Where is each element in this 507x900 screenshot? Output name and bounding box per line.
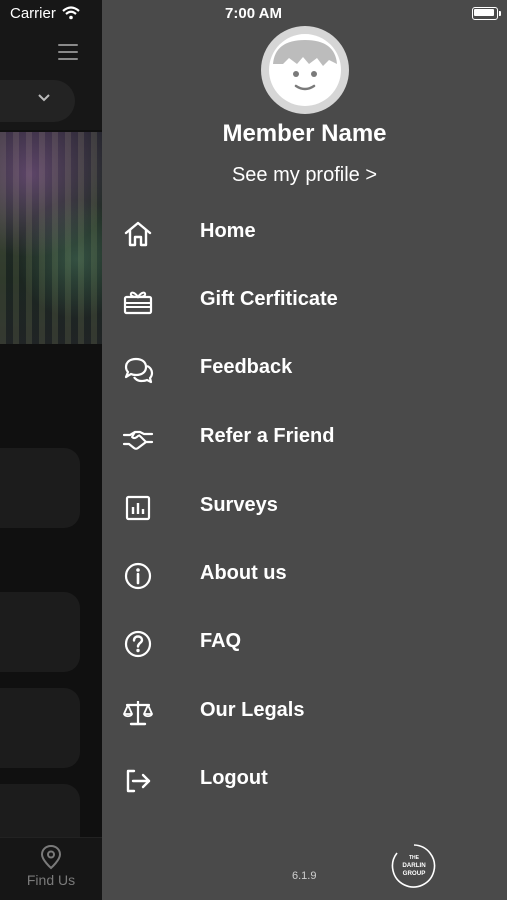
avatar-face-icon (269, 34, 341, 106)
svg-text:THE: THE (409, 855, 420, 861)
menu-label-faq: FAQ (200, 630, 242, 652)
avatar[interactable] (261, 26, 349, 114)
menu-item-feedback[interactable]: Feedback (102, 342, 507, 398)
menu-item-about-us[interactable]: About us (102, 548, 507, 604)
menu-item-our-legals[interactable]: Our Legals (102, 685, 507, 741)
background-card (0, 688, 80, 768)
menu-item-faq[interactable]: FAQ (102, 616, 507, 672)
background-app: Find Us (0, 0, 102, 900)
darlin-group-logo: THE DARLIN GROUP (391, 844, 436, 888)
home-icon (124, 221, 152, 247)
menu-item-refer-a-friend[interactable]: Refer a Friend (102, 411, 507, 467)
svg-text:GROUP: GROUP (403, 870, 426, 877)
handshake-icon (122, 430, 154, 450)
tab-bar: Find Us (0, 837, 102, 900)
background-card (0, 448, 80, 528)
member-name: Member Name (222, 120, 387, 147)
question-icon (124, 630, 152, 658)
venue-photo (0, 132, 102, 344)
menu-label-about-us: About us (200, 562, 287, 584)
location-pin-icon (40, 844, 62, 870)
menu-item-gift-certificate[interactable]: Gift Cerfiticate (102, 274, 507, 330)
gift-icon (123, 291, 153, 315)
menu-label-gift-certificate: Gift Cerfiticate (200, 288, 338, 310)
menu-label-our-legals: Our Legals (200, 699, 305, 721)
menu-label-feedback: Feedback (200, 356, 293, 378)
menu-label-surveys: Surveys (200, 494, 278, 516)
status-bar: Carrier 7:00 AM (0, 0, 507, 28)
chevron-down-icon (38, 94, 50, 102)
menu-label-home: Home (200, 220, 256, 242)
chat-bubbles-icon (124, 357, 154, 384)
background-card (0, 592, 80, 672)
logout-icon (126, 769, 151, 793)
svg-text:DARLIN: DARLIN (402, 862, 426, 869)
info-icon (124, 562, 152, 590)
app-screen: Find Us Carrier 7:00 AM Member Name See … (0, 0, 507, 900)
menu-label-refer-a-friend: Refer a Friend (200, 425, 335, 447)
status-time: 7:00 AM (225, 5, 282, 22)
menu-item-surveys[interactable]: Surveys (102, 480, 507, 536)
scales-icon (123, 701, 153, 726)
menu-label-logout: Logout (200, 767, 268, 789)
menu-item-home[interactable]: Home (102, 206, 507, 262)
see-profile-link[interactable]: See my profile > (102, 164, 507, 187)
app-version: 6.1.9 (292, 870, 317, 882)
bar-chart-icon (125, 495, 151, 521)
battery-icon (472, 7, 501, 20)
menu-item-logout[interactable]: Logout (102, 753, 507, 809)
side-drawer: Member Name See my profile > Home Gift C… (102, 0, 507, 900)
tab-find-us-label: Find Us (26, 872, 76, 888)
hamburger-menu-icon[interactable] (58, 44, 78, 60)
venue-dropdown[interactable] (0, 80, 75, 122)
